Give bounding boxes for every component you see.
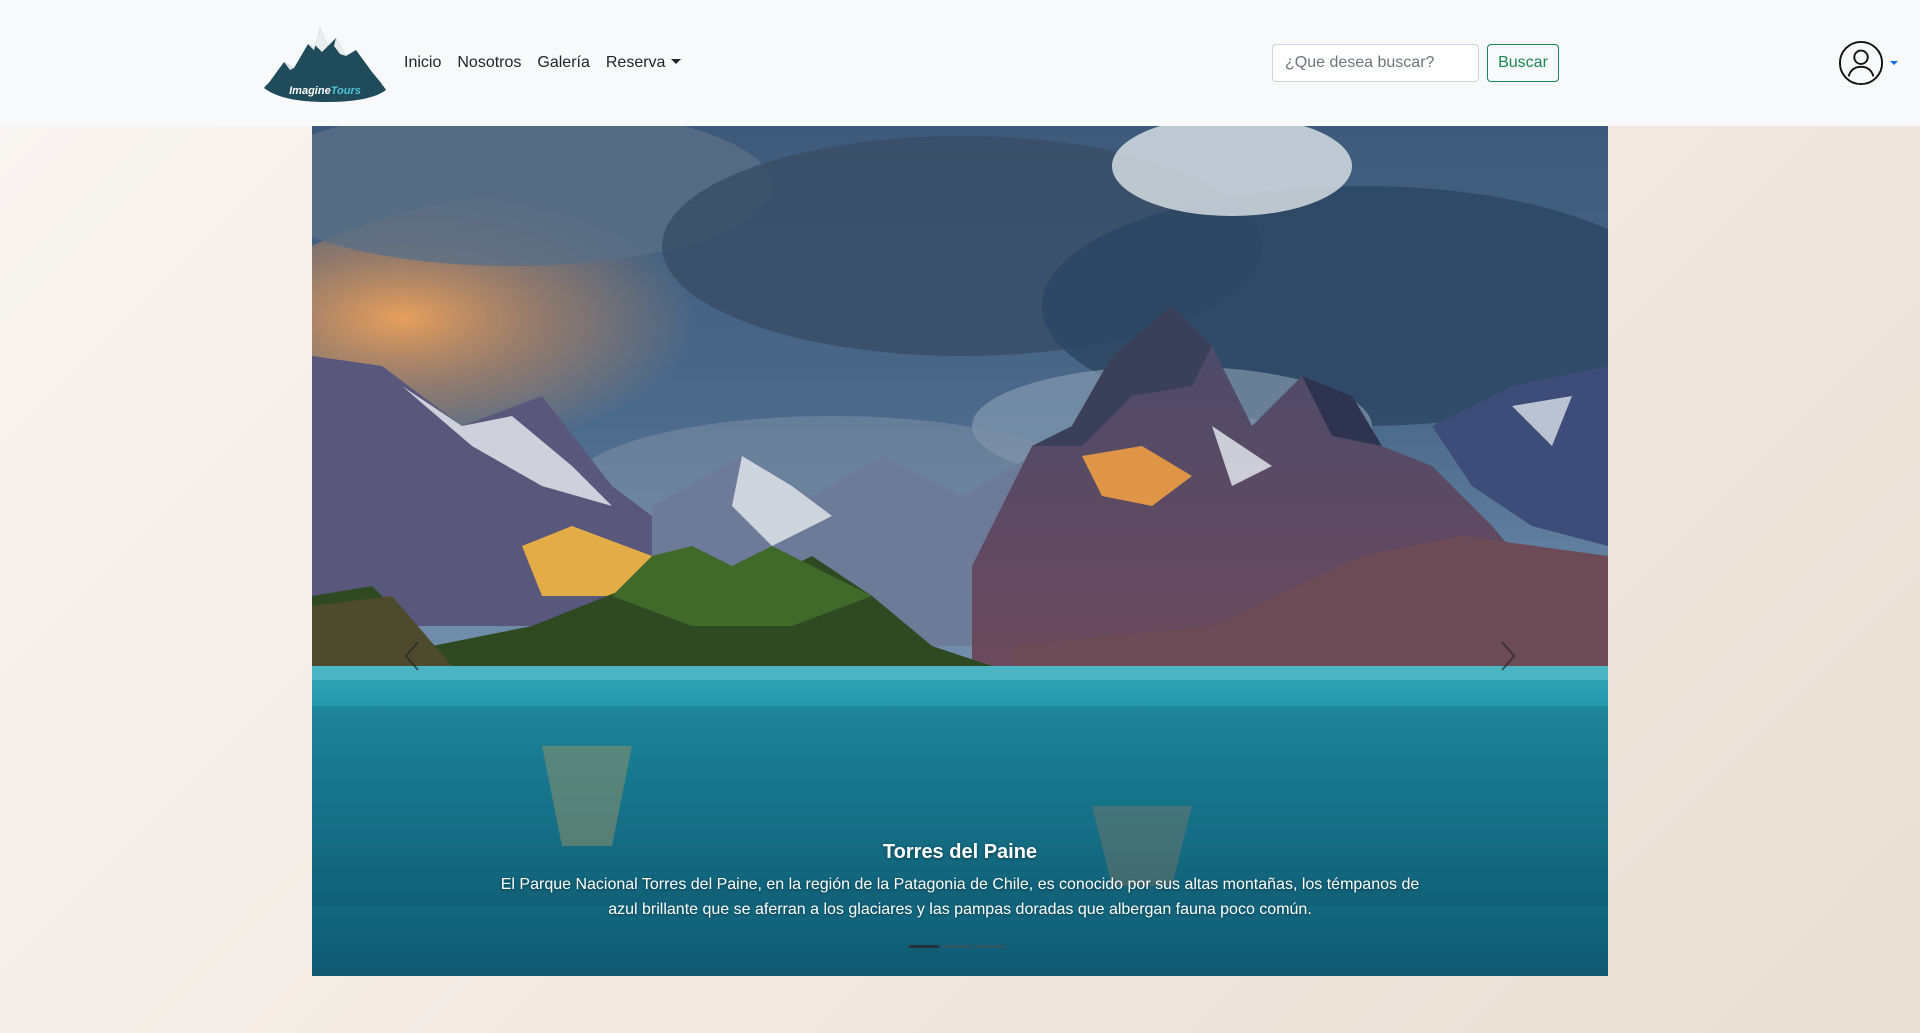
search-input[interactable]	[1272, 44, 1479, 82]
nav-link-nosotros[interactable]: Nosotros	[457, 50, 521, 76]
nav-link-galeria[interactable]: Galería	[537, 50, 589, 76]
carousel-indicators	[909, 945, 1005, 951]
nav-dropdown-reserva-label: Reserva	[605, 54, 666, 71]
chevron-right-icon	[1501, 641, 1516, 671]
person-circle-icon	[1838, 40, 1884, 86]
slide-title: Torres del Paine	[882, 841, 1038, 863]
navbar: ImagineTours Inicio Nosotros Galería Res…	[0, 0, 1920, 126]
carousel-indicator-1[interactable]	[909, 945, 939, 948]
carousel-prev-button[interactable]	[382, 626, 442, 686]
carousel-next-button[interactable]	[1478, 626, 1538, 686]
caret-down-icon	[671, 59, 682, 64]
carousel-indicator-3[interactable]	[975, 945, 1005, 948]
nav-link-inicio[interactable]: Inicio	[404, 50, 441, 76]
chevron-left-icon	[404, 641, 419, 671]
carousel-indicator-2[interactable]	[942, 945, 972, 948]
hero-carousel: Torres del Paine El Parque Nacional Torr…	[312, 126, 1608, 976]
svg-text:ImagineTours: ImagineTours	[289, 85, 361, 97]
mountain-logo-icon: ImagineTours	[264, 28, 386, 102]
slide-description: El Parque Nacional Torres del Paine, en …	[500, 876, 1420, 918]
search-button[interactable]: Buscar	[1487, 44, 1559, 82]
nav-dropdown-reserva[interactable]: Reserva	[606, 50, 682, 76]
caret-down-icon	[1890, 61, 1898, 65]
user-menu-dropdown[interactable]	[1838, 40, 1898, 86]
nav-links: Inicio Nosotros Galería Reserva	[404, 50, 697, 76]
slide-caption: Torres del Paine El Parque Nacional Torr…	[492, 838, 1428, 922]
brand-logo[interactable]: ImagineTours	[262, 22, 388, 104]
